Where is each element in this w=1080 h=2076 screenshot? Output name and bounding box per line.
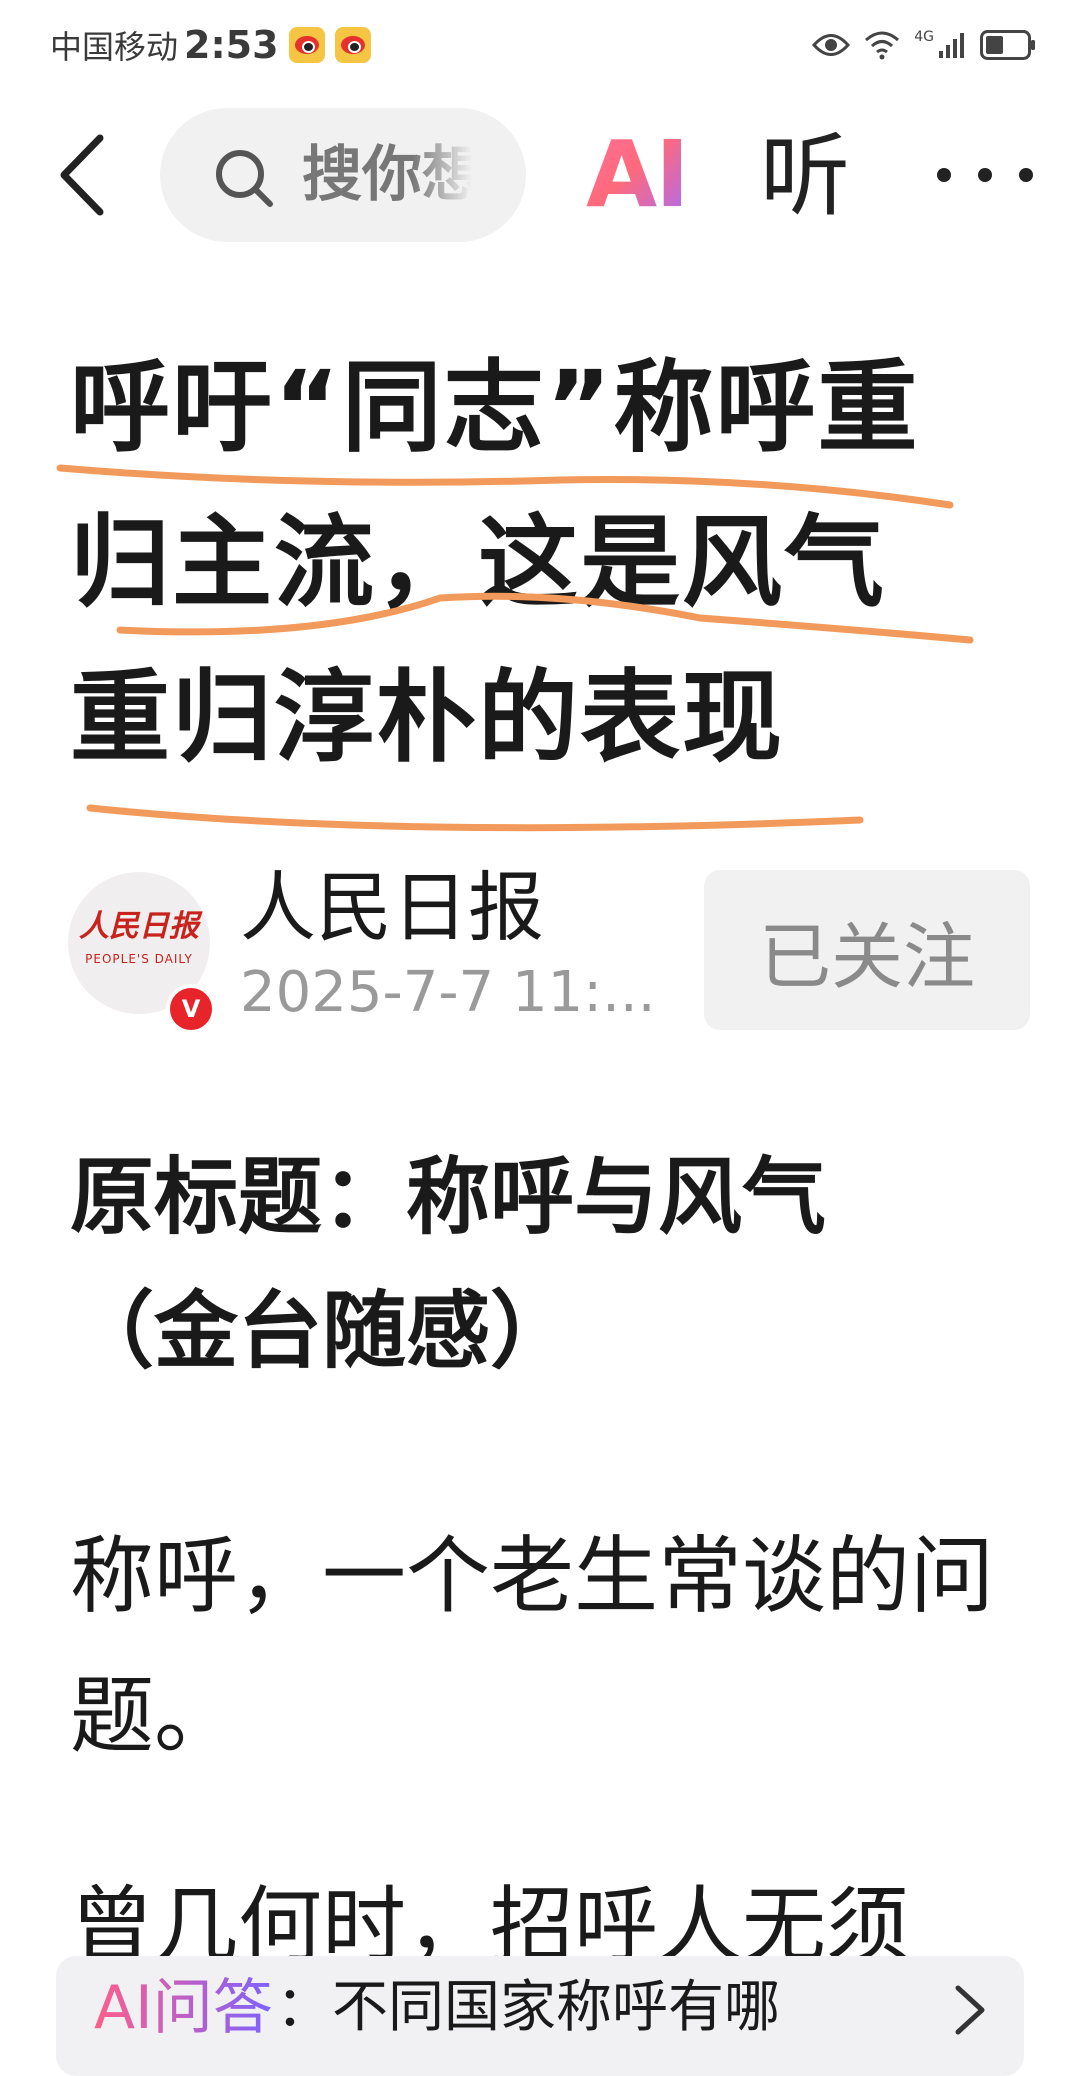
ai-qa-bar[interactable]: AI问答 ：不同国家称呼有哪 [56, 1956, 1024, 2076]
status-bar: 中国移动 2:53 4G [0, 0, 1080, 90]
more-options-button[interactable] [930, 150, 1040, 200]
ai-qa-label: AI问答 [94, 1968, 273, 2048]
search-input[interactable]: 搜你想 [160, 108, 526, 242]
back-button[interactable] [52, 130, 132, 220]
eye-icon [812, 34, 851, 56]
author-avatar[interactable]: 人民日报 PEOPLE'S DAILY V [68, 872, 216, 1034]
more-dots-icon [937, 168, 1033, 182]
network-type-label: 4G [914, 29, 934, 45]
article-headline: 呼吁“同志”称呼重归主流，这是风气重归淳朴的表现 [70, 349, 920, 776]
top-nav-bar: 搜你想 AI 听 [0, 100, 1080, 250]
article-body: 原标题：称呼与风气 （金台随感） 称呼，一个老生常谈的问题。 曾几何时，招呼人无… [70, 1130, 1030, 1996]
search-placeholder: 搜你想 [302, 140, 472, 210]
paragraph: 称呼，一个老生常谈的问题。 [70, 1527, 995, 1765]
author-name[interactable]: 人民日报 [240, 860, 544, 956]
search-icon [216, 150, 273, 207]
verified-badge: V [166, 984, 216, 1034]
original-title: 原标题：称呼与风气 （金台随感） [70, 1130, 1030, 1398]
clock: 2:53 [184, 23, 279, 67]
wifi-icon [865, 31, 900, 60]
publish-time: 2025-7-7 11:... [240, 960, 656, 1025]
author-row: 人民日报 PEOPLE'S DAILY V 人民日报 2025-7-7 11:.… [0, 860, 1080, 1034]
ai-button[interactable]: AI [586, 120, 689, 230]
chevron-left-icon [60, 134, 104, 216]
weibo-notification-icon-2 [334, 27, 371, 63]
status-right: 4G [812, 20, 1036, 70]
original-title-line2: （金台随感） [70, 1282, 575, 1380]
carrier-name: 中国移动 [50, 28, 179, 66]
ai-qa-question: ：不同国家称呼有哪 [276, 1975, 780, 2040]
avatar-logo-subtext: PEOPLE'S DAILY [85, 952, 193, 966]
status-left: 中国移动 2:53 [50, 20, 371, 70]
weibo-notification-icon [288, 27, 325, 63]
listen-button[interactable]: 听 [760, 122, 850, 232]
avatar-logo-text: 人民日报 [79, 909, 199, 944]
signal-icon [939, 33, 964, 58]
chevron-right-icon [955, 1985, 985, 2035]
original-title-line1: 原标题：称呼与风气 [70, 1148, 827, 1246]
battery-icon [980, 30, 1035, 60]
follow-button[interactable]: 已关注 [704, 870, 1030, 1030]
